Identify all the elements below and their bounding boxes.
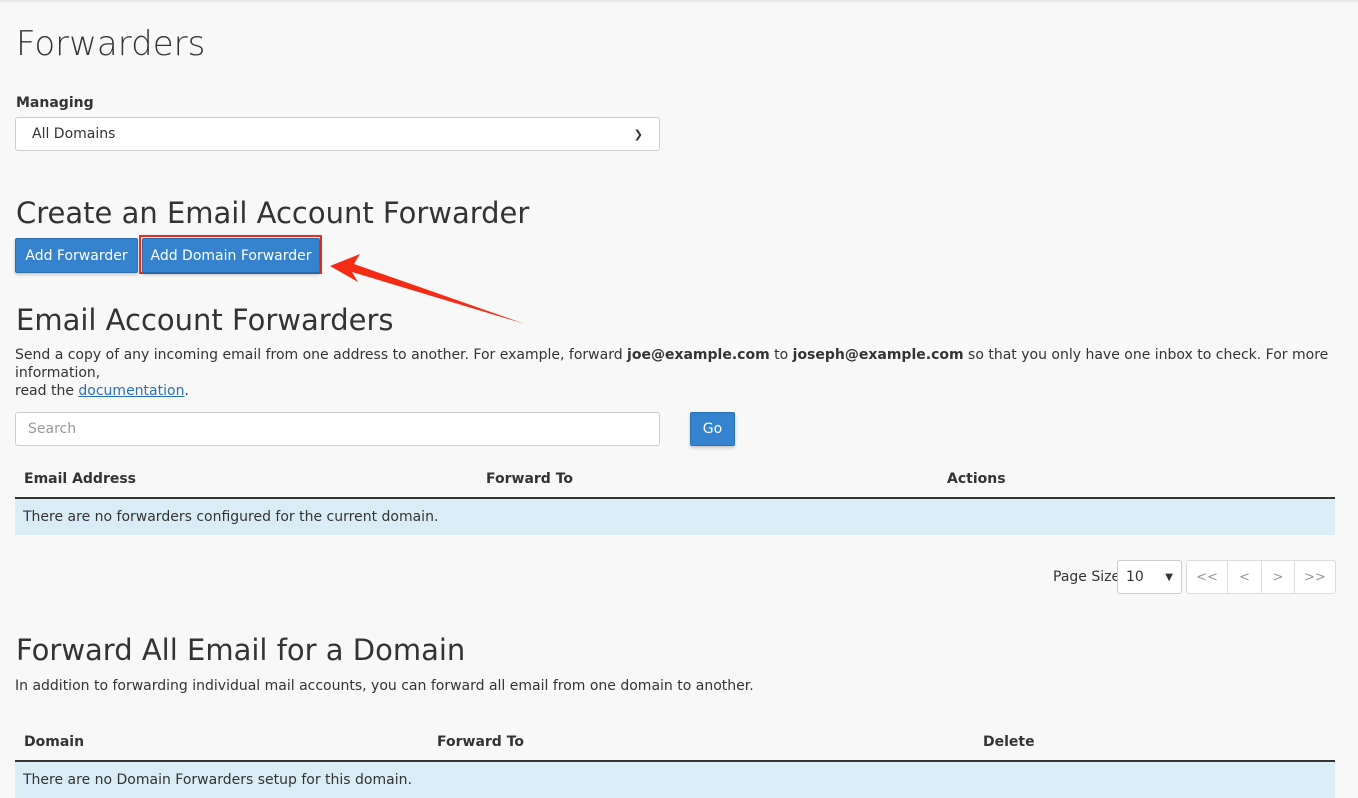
empty-row: There are no forwarders configured for t…	[15, 499, 1335, 535]
go-button[interactable]: Go	[690, 412, 735, 446]
empty-row: There are no Domain Forwarders setup for…	[15, 762, 1335, 798]
create-heading: Create an Email Account Forwarder	[16, 196, 530, 230]
email-forwarders-heading: Email Account Forwarders	[16, 303, 394, 337]
email-forwarders-description: Send a copy of any incoming email from o…	[15, 347, 1329, 399]
column-forward-to[interactable]: Forward To	[437, 734, 524, 750]
domain-forwarders-table-header: Domain Forward To Delete	[15, 725, 1335, 762]
domain-forwarders-heading: Forward All Email for a Domain	[16, 633, 466, 667]
search-input[interactable]: Search	[15, 412, 660, 446]
prev-page-button[interactable]: <	[1228, 561, 1262, 593]
last-page-button[interactable]: >>	[1295, 561, 1335, 593]
managing-domain-select[interactable]: All Domains ❯	[15, 117, 660, 151]
next-page-button[interactable]: >	[1262, 561, 1295, 593]
documentation-link[interactable]: documentation	[78, 383, 184, 399]
first-page-button[interactable]: <<	[1187, 561, 1228, 593]
column-email-address[interactable]: Email Address	[24, 471, 136, 487]
add-forwarder-button[interactable]: Add Forwarder	[15, 238, 138, 273]
domain-forwarders-description: In addition to forwarding individual mai…	[15, 678, 754, 694]
managing-selected: All Domains	[32, 126, 116, 142]
page-size-select[interactable]: 10 ▼	[1117, 560, 1182, 594]
managing-label: Managing	[16, 95, 94, 111]
column-actions: Actions	[947, 471, 1006, 487]
email-forwarders-table-header: Email Address Forward To Actions	[15, 462, 1335, 499]
page-size-label: Page Size	[1053, 569, 1121, 585]
pagination: << < > >>	[1186, 560, 1336, 594]
column-delete: Delete	[983, 734, 1035, 750]
chevron-down-icon: ❯	[633, 127, 643, 141]
column-forward-to[interactable]: Forward To	[486, 471, 573, 487]
chevron-down-icon: ▼	[1165, 571, 1173, 583]
add-domain-forwarder-button[interactable]: Add Domain Forwarder	[142, 238, 320, 273]
column-domain[interactable]: Domain	[24, 734, 84, 750]
top-border	[0, 0, 1358, 2]
page-title: Forwarders	[16, 24, 206, 64]
